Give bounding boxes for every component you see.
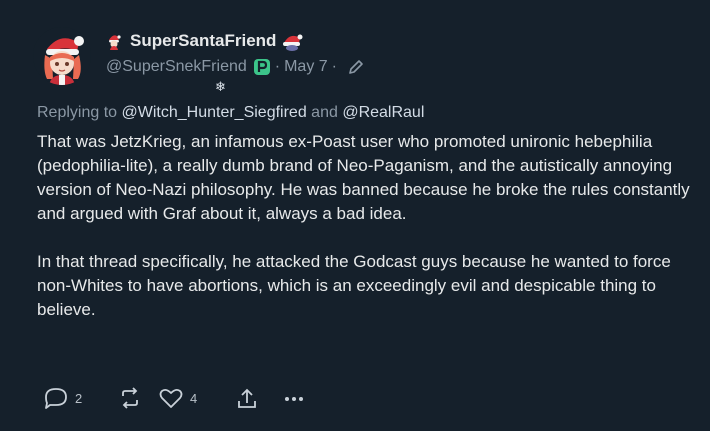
replying-prefix: Replying to — [37, 104, 118, 121]
post-date[interactable]: May 7 — [284, 58, 328, 76]
more-button[interactable] — [282, 386, 306, 410]
share-button[interactable] — [236, 386, 282, 410]
reply-count: 2 — [75, 390, 83, 406]
mention-realraul[interactable]: @RealRaul — [342, 104, 424, 121]
display-name[interactable]: SuperSantaFriend — [130, 31, 276, 51]
like-button[interactable]: 4 — [158, 386, 236, 410]
handle[interactable]: @SuperSnekFriend — [106, 58, 247, 76]
replying-to-line: Replying to @Witch_Hunter_Siegfired and … — [37, 104, 424, 122]
santa-hat-avatar-icon — [33, 27, 91, 85]
like-count: 4 — [190, 390, 198, 406]
avatar[interactable] — [33, 27, 91, 85]
mention-witch-hunter[interactable]: @Witch_Hunter_Siegfired — [122, 104, 307, 121]
speech-bubble-icon — [43, 386, 69, 410]
post-header: SuperSantaFriend @SuperSnekFriend · May … — [106, 30, 365, 77]
verified-badge-icon — [253, 58, 271, 76]
replying-conjunction: and — [311, 104, 338, 121]
post-paragraph: That was JetzKrieg, an infamous ex-Poast… — [37, 132, 690, 223]
santa-hat-emoji-icon — [281, 31, 303, 51]
action-bar: 2 4 — [43, 386, 306, 410]
snowflake-icon: ❄ — [215, 79, 226, 94]
meta-separator: · — [274, 58, 281, 75]
more-dots-icon — [282, 386, 306, 410]
repost-icon — [118, 386, 142, 410]
repost-button[interactable] — [118, 386, 158, 410]
post-card: SuperSantaFriend @SuperSnekFriend · May … — [0, 0, 710, 431]
post-body: That was JetzKrieg, an infamous ex-Poast… — [37, 130, 697, 322]
santa-emoji-icon — [106, 32, 122, 50]
meta-separator: · — [331, 58, 337, 75]
share-icon — [236, 386, 258, 410]
post-paragraph: In that thread specifically, he attacked… — [37, 252, 671, 319]
pencil-icon[interactable] — [347, 58, 365, 76]
reply-button[interactable]: 2 — [43, 386, 118, 410]
name-row: SuperSantaFriend — [106, 30, 365, 52]
meta-row: @SuperSnekFriend · May 7 · — [106, 57, 365, 77]
heart-icon — [158, 386, 184, 410]
